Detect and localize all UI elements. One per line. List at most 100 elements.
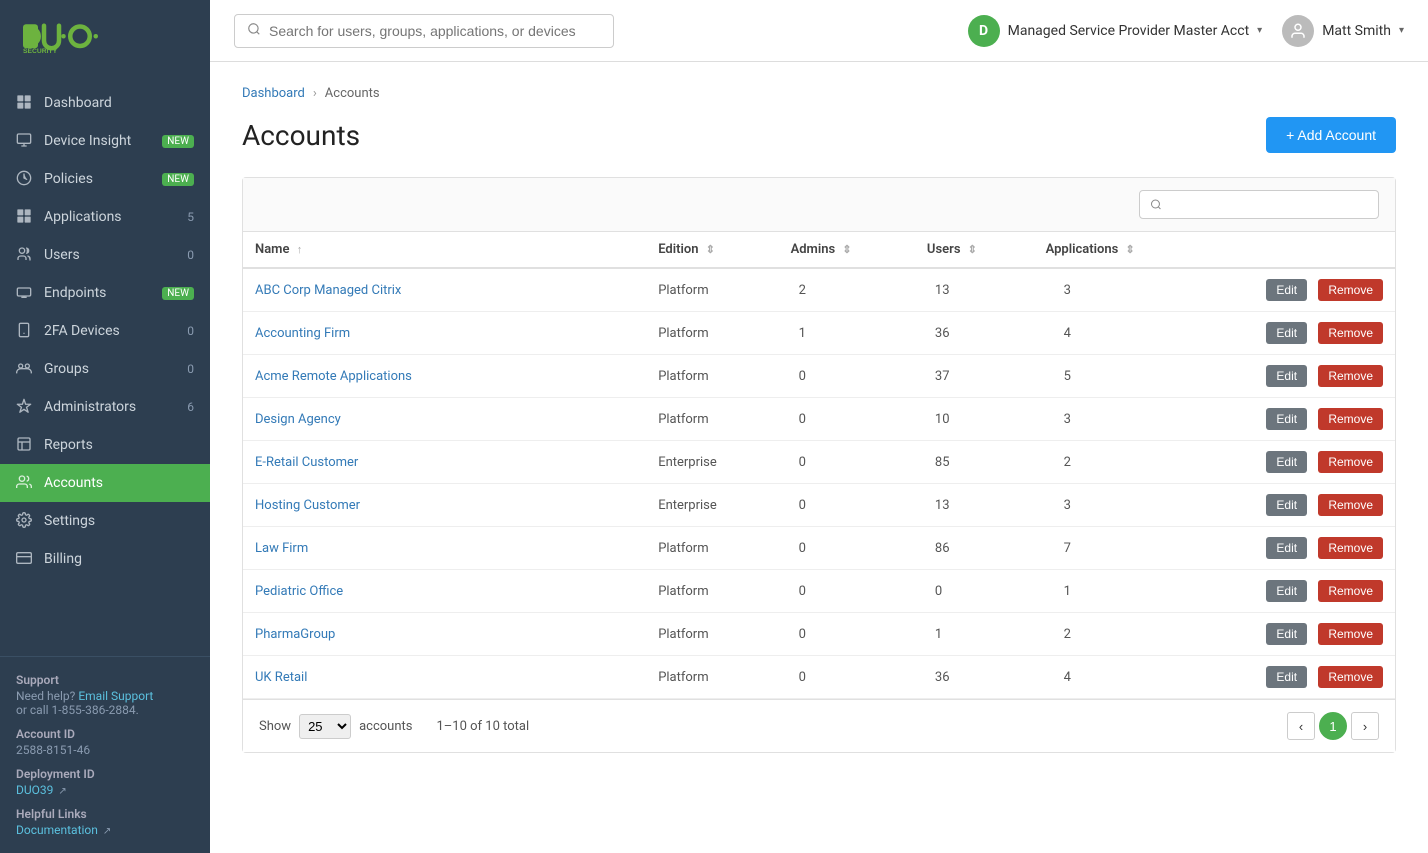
nav-count: 5 (187, 210, 194, 224)
accounts-icon (16, 474, 34, 492)
table-body: ABC Corp Managed Citrix Platform 2 13 3 … (243, 268, 1395, 699)
account-link[interactable]: ABC Corp Managed Citrix (255, 283, 401, 298)
breadcrumb-home[interactable]: Dashboard (242, 86, 305, 101)
nav-count: 0 (187, 248, 194, 262)
sidebar-item-endpoints[interactable]: Endpoints NEW (0, 274, 210, 312)
breadcrumb-current: Accounts (325, 86, 380, 101)
sidebar-item-accounts[interactable]: Accounts (0, 464, 210, 502)
cell-users: 36 (915, 656, 1034, 699)
remove-button[interactable]: Remove (1318, 408, 1383, 430)
col-users[interactable]: Users ⇕ (915, 232, 1034, 268)
sidebar-item-billing[interactable]: Billing (0, 540, 210, 578)
main-content: D Managed Service Provider Master Acct ▾… (210, 0, 1428, 853)
edit-button[interactable]: Edit (1266, 537, 1307, 559)
remove-button[interactable]: Remove (1318, 322, 1383, 344)
account-link[interactable]: Pediatric Office (255, 584, 343, 599)
cell-actions: Edit Remove (1215, 527, 1395, 570)
remove-button[interactable]: Remove (1318, 494, 1383, 516)
remove-button[interactable]: Remove (1318, 580, 1383, 602)
documentation-link[interactable]: Documentation (16, 823, 98, 837)
sidebar-item-device-insight[interactable]: Device Insight NEW (0, 122, 210, 160)
account-selector[interactable]: D Managed Service Provider Master Acct ▾ (968, 15, 1263, 47)
edit-button[interactable]: Edit (1266, 623, 1307, 645)
user-avatar (1282, 15, 1314, 47)
account-link[interactable]: Law Firm (255, 541, 308, 556)
sidebar-item-applications[interactable]: Applications 5 (0, 198, 210, 236)
edit-button[interactable]: Edit (1266, 322, 1307, 344)
sort-asc-icon: ↑ (297, 243, 303, 256)
col-edition[interactable]: Edition ⇕ (646, 232, 778, 268)
user-selector[interactable]: Matt Smith ▾ (1282, 15, 1404, 47)
account-link[interactable]: E-Retail Customer (255, 455, 358, 470)
global-search-box[interactable] (234, 14, 614, 48)
col-admins-label: Admins (791, 242, 836, 257)
edit-button[interactable]: Edit (1266, 494, 1307, 516)
search-icon (247, 22, 261, 40)
table-row: Accounting Firm Platform 1 36 4 Edit Rem… (243, 312, 1395, 355)
cell-admins: 0 (779, 398, 915, 441)
sidebar-item-administrators[interactable]: Administrators 6 (0, 388, 210, 426)
page-1-button[interactable]: 1 (1319, 712, 1347, 740)
table-search-box[interactable] (1139, 190, 1379, 219)
cell-name: Hosting Customer (243, 484, 646, 527)
cell-actions: Edit Remove (1215, 484, 1395, 527)
table-row: Law Firm Platform 0 86 7 Edit Remove (243, 527, 1395, 570)
email-support-link[interactable]: Email Support (78, 689, 153, 703)
cell-applications: 3 (1034, 484, 1215, 527)
page-header: Accounts + Add Account (242, 117, 1396, 153)
remove-button[interactable]: Remove (1318, 451, 1383, 473)
remove-button[interactable]: Remove (1318, 537, 1383, 559)
sidebar-item-dashboard[interactable]: Dashboard (0, 84, 210, 122)
sidebar-item-reports[interactable]: Reports (0, 426, 210, 464)
logo-area: SECURITY (0, 0, 210, 76)
search-input[interactable] (269, 23, 601, 39)
account-link[interactable]: Accounting Firm (255, 326, 350, 341)
remove-button[interactable]: Remove (1318, 666, 1383, 688)
cell-actions: Edit Remove (1215, 312, 1395, 355)
account-link[interactable]: Hosting Customer (255, 498, 360, 513)
breadcrumb: Dashboard › Accounts (242, 86, 1396, 101)
remove-button[interactable]: Remove (1318, 365, 1383, 387)
cell-name: Acme Remote Applications (243, 355, 646, 398)
deployment-id-link[interactable]: DUO39 (16, 783, 53, 797)
account-link[interactable]: PharmaGroup (255, 627, 335, 642)
account-link[interactable]: UK Retail (255, 670, 307, 685)
sidebar-item-2fa-devices[interactable]: 2FA Devices 0 (0, 312, 210, 350)
col-admins[interactable]: Admins ⇕ (779, 232, 915, 268)
cell-admins: 0 (779, 441, 915, 484)
col-name[interactable]: Name ↑ (243, 232, 646, 268)
next-page-button[interactable]: › (1351, 712, 1379, 740)
cell-edition: Platform (646, 398, 778, 441)
col-users-label: Users (927, 242, 961, 257)
sidebar-item-label: Device Insight (44, 133, 158, 149)
edit-button[interactable]: Edit (1266, 580, 1307, 602)
edit-button[interactable]: Edit (1266, 451, 1307, 473)
cell-users: 36 (915, 312, 1034, 355)
sidebar-item-settings[interactable]: Settings (0, 502, 210, 540)
reports-icon (16, 436, 34, 454)
device-icon (16, 132, 34, 150)
account-link[interactable]: Acme Remote Applications (255, 369, 412, 384)
external-link-icon: ↗ (58, 786, 66, 797)
table-row: PharmaGroup Platform 0 1 2 Edit Remove (243, 613, 1395, 656)
add-account-button[interactable]: + Add Account (1266, 117, 1396, 153)
edit-button[interactable]: Edit (1266, 408, 1307, 430)
page-title: Accounts (242, 119, 360, 152)
account-link[interactable]: Design Agency (255, 412, 341, 427)
edit-button[interactable]: Edit (1266, 279, 1307, 301)
col-applications[interactable]: Applications ⇕ (1034, 232, 1215, 268)
edit-button[interactable]: Edit (1266, 666, 1307, 688)
remove-button[interactable]: Remove (1318, 279, 1383, 301)
sidebar-bottom: Support Need help? Email Support or call… (0, 656, 210, 853)
prev-page-button[interactable]: ‹ (1287, 712, 1315, 740)
show-select[interactable]: 102550100 (299, 714, 351, 739)
sidebar-item-policies[interactable]: Policies NEW (0, 160, 210, 198)
sidebar-item-groups[interactable]: Groups 0 (0, 350, 210, 388)
table-search-input[interactable] (1168, 197, 1368, 212)
edit-button[interactable]: Edit (1266, 365, 1307, 387)
cell-name: E-Retail Customer (243, 441, 646, 484)
table-toolbar (243, 178, 1395, 232)
sidebar-item-users[interactable]: Users 0 (0, 236, 210, 274)
remove-button[interactable]: Remove (1318, 623, 1383, 645)
nav-count: 0 (187, 324, 194, 338)
